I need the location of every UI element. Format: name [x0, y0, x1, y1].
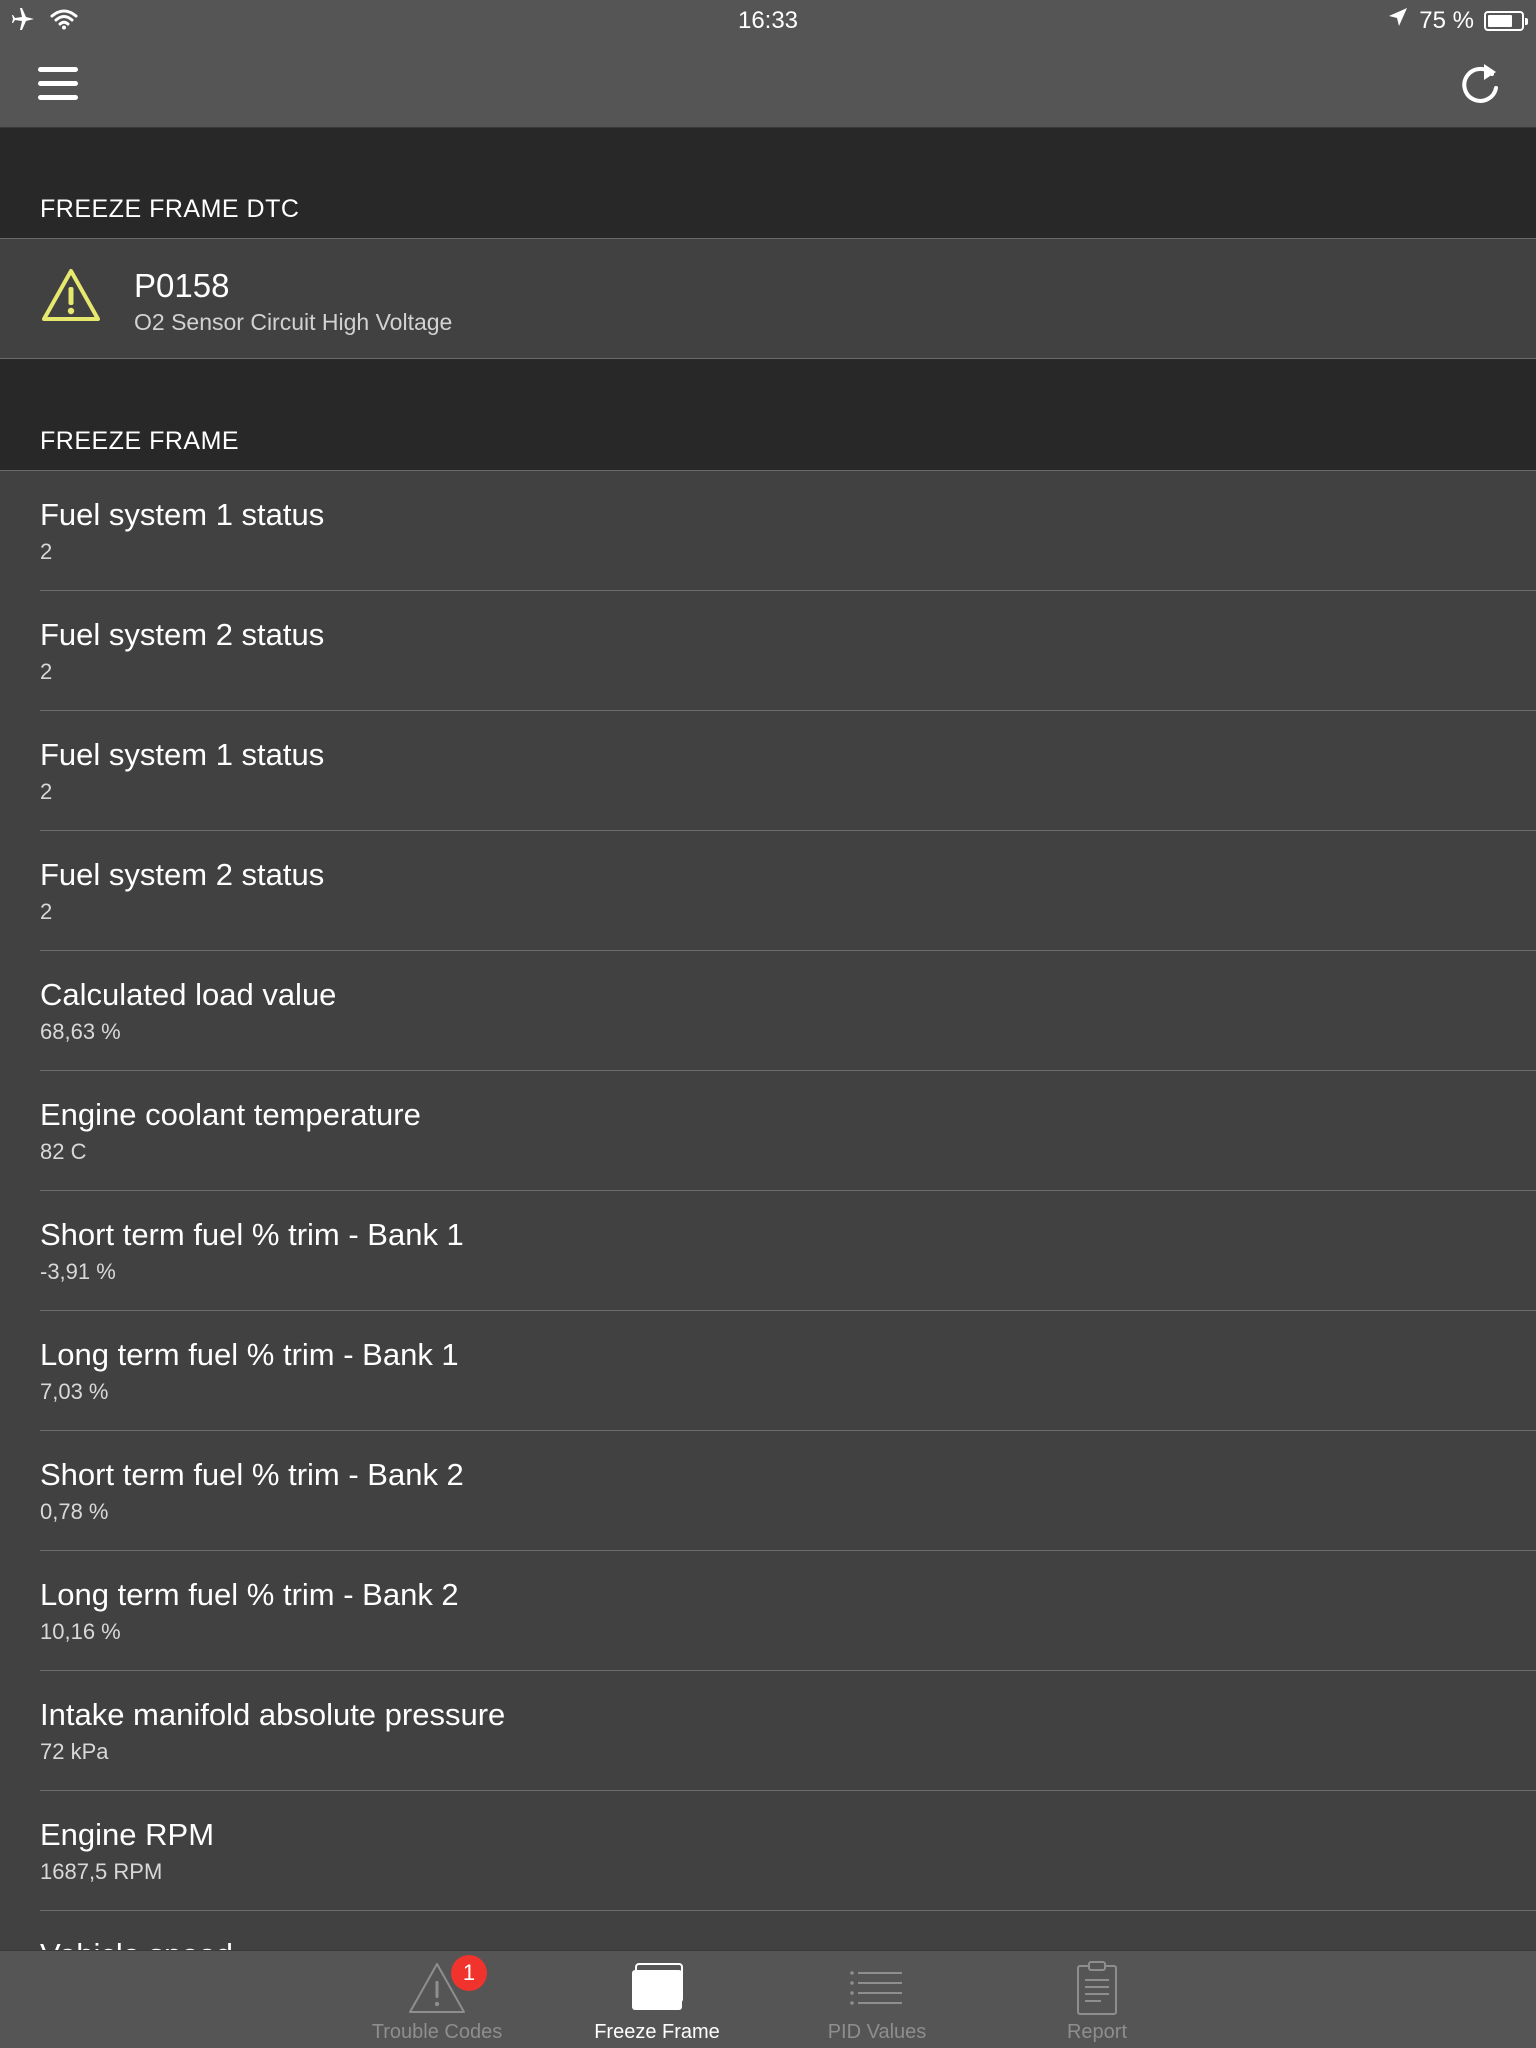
pid-name: Fuel system 2 status: [40, 857, 325, 892]
dtc-row[interactable]: P0158 O2 Sensor Circuit High Voltage: [0, 239, 1536, 359]
tab-report[interactable]: Report: [997, 1951, 1197, 2048]
pid-value: -3,91 %: [40, 1259, 116, 1284]
battery-percent: 75 %: [1419, 6, 1474, 34]
pid-row[interactable]: Fuel system 1 status 2: [0, 471, 1536, 591]
pid-row[interactable]: Fuel system 2 status 2: [0, 591, 1536, 711]
section-header-dtc: FREEZE FRAME DTC: [0, 128, 1536, 239]
pid-value: 2: [40, 539, 53, 564]
pid-name: Short term fuel % trim - Bank 1: [40, 1217, 464, 1252]
freeze-frame-icon: [632, 1963, 683, 2010]
status-right: 75 %: [1387, 6, 1528, 35]
pid-row[interactable]: Short term fuel % trim - Bank 2 0,78 %: [0, 1431, 1536, 1551]
pid-name: Fuel system 2 status: [40, 617, 325, 652]
tab-label: Trouble Codes: [371, 2021, 503, 2043]
dtc-code: P0158: [134, 267, 230, 304]
pid-value: 10,16 %: [40, 1619, 121, 1644]
pid-value: 0,78 %: [40, 1499, 109, 1524]
pid-row[interactable]: Fuel system 2 status 2: [0, 831, 1536, 951]
tab-label: Report: [1066, 2021, 1128, 2043]
pid-row[interactable]: Fuel system 1 status 2: [0, 711, 1536, 831]
pid-row[interactable]: Vehicle speed: [0, 1911, 1536, 1950]
pid-name: Long term fuel % trim - Bank 2: [40, 1577, 459, 1612]
pid-row[interactable]: Long term fuel % trim - Bank 2 10,16 %: [0, 1551, 1536, 1671]
tab-pid-values[interactable]: PID Values: [777, 1951, 977, 2048]
pid-value: 2: [40, 659, 53, 684]
pid-value: 72 kPa: [40, 1739, 109, 1764]
status-time: 16:33: [737, 7, 799, 34]
pid-name: Intake manifold absolute pressure: [40, 1697, 506, 1732]
nav-bar: [0, 40, 1536, 128]
content-scroll[interactable]: FREEZE FRAME DTC P0158 O2 Sensor Circuit…: [0, 128, 1536, 1950]
refresh-icon: [1462, 64, 1498, 103]
pid-name: Short term fuel % trim - Bank 2: [40, 1457, 464, 1492]
refresh-button[interactable]: [1452, 58, 1508, 114]
pid-row[interactable]: Intake manifold absolute pressure 72 kPa: [0, 1671, 1536, 1791]
tab-trouble-codes[interactable]: 1 Trouble Codes: [337, 1951, 537, 2048]
clipboard-icon: [1077, 1961, 1117, 2015]
tab-label: PID Values: [827, 2021, 927, 2043]
battery-tip: [1525, 17, 1528, 25]
pid-list: Fuel system 1 status 2 Fuel system 2 sta…: [0, 471, 1536, 1950]
pid-value: 82 C: [40, 1139, 87, 1164]
pid-row[interactable]: Calculated load value 68,63 %: [0, 951, 1536, 1071]
tab-freeze-frame[interactable]: Freeze Frame: [557, 1951, 757, 2048]
tab-label: Freeze Frame: [594, 2021, 720, 2043]
pid-name: Fuel system 1 status: [40, 737, 325, 772]
app-root: 16:33 75 % FREEZE FRAME DTC P0158 O2 Sen…: [0, 0, 1536, 2048]
battery-icon: [1484, 10, 1528, 31]
pid-value: 7,03 %: [40, 1379, 109, 1404]
menu-button[interactable]: [38, 66, 80, 102]
pid-name: Engine coolant temperature: [40, 1097, 421, 1132]
pid-value: 2: [40, 899, 53, 924]
list-icon: [850, 1971, 902, 2005]
status-bar: 16:33 75 %: [0, 0, 1536, 40]
pid-name: Vehicle speed: [40, 1937, 233, 1950]
pid-name: Fuel system 1 status: [40, 497, 325, 532]
pid-name: Long term fuel % trim - Bank 1: [40, 1337, 459, 1372]
tab-bar: 1 Trouble Codes Freeze Frame PID Values: [0, 1950, 1536, 2048]
battery-level: [1488, 14, 1512, 27]
notification-badge: 1: [451, 1955, 487, 1991]
pid-row[interactable]: Short term fuel % trim - Bank 1 -3,91 %: [0, 1191, 1536, 1311]
pid-value: 1687,5 RPM: [40, 1859, 163, 1884]
pid-name: Engine RPM: [40, 1817, 215, 1852]
location-arrow-icon: [1387, 6, 1409, 35]
pid-value: 2: [40, 779, 53, 804]
pid-name: Calculated load value: [40, 977, 337, 1012]
dtc-description: O2 Sensor Circuit High Voltage: [134, 309, 453, 335]
pid-row[interactable]: Engine coolant temperature 82 C: [0, 1071, 1536, 1191]
section-title: FREEZE FRAME: [40, 427, 240, 455]
pid-row[interactable]: Long term fuel % trim - Bank 1 7,03 %: [0, 1311, 1536, 1431]
section-title: FREEZE FRAME DTC: [40, 195, 300, 223]
section-header-freeze-frame: FREEZE FRAME: [0, 359, 1536, 471]
pid-value: 68,63 %: [40, 1019, 121, 1044]
warning-triangle-icon: [42, 269, 100, 321]
pid-row[interactable]: Engine RPM 1687,5 RPM: [0, 1791, 1536, 1911]
